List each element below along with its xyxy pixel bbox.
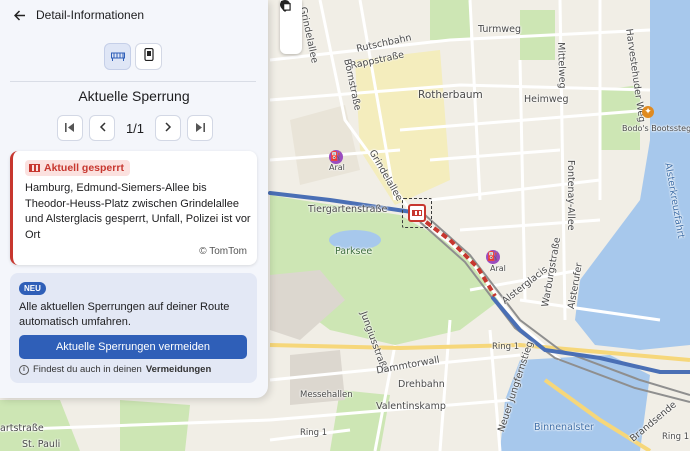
map-label-heimweg: Heimweg xyxy=(524,94,569,105)
phone-view-button[interactable] xyxy=(135,43,162,70)
skip-first-button[interactable] xyxy=(57,115,83,141)
map-label-ring1-bottom: Ring 1 xyxy=(300,428,328,438)
fuel-station-icon[interactable]: ⛽ xyxy=(486,250,500,264)
panel-title: Detail-Informationen xyxy=(36,8,145,22)
map-label-aral-top: Aral xyxy=(329,163,345,172)
map-label-ring1-mid: Ring 1 xyxy=(492,342,520,352)
new-badge: NEU xyxy=(19,282,46,295)
map-label-bodos: Bodo's Bootssteg xyxy=(622,124,690,133)
map-label-artstrasse: artstraße xyxy=(0,423,44,434)
map-label-fontenay: Fontenay-Allee xyxy=(565,160,576,231)
view-toggle xyxy=(104,43,162,70)
map-label-turmweg: Turmweg xyxy=(478,24,522,35)
detail-panel: Detail-Informationen Aktuelle Sperrung 1… xyxy=(0,0,268,398)
phone-icon xyxy=(143,47,154,66)
fuel-station-icon[interactable]: ⛽ xyxy=(329,150,343,164)
status-badge: Aktuell gesperrt xyxy=(25,160,130,176)
info-icon: i xyxy=(19,364,29,375)
map-label-tiergarten: Tiergartenstraße xyxy=(308,204,388,215)
map-label-binnenalster: Binnenalster xyxy=(534,422,594,433)
chevron-left-icon xyxy=(99,119,106,137)
incident-description: Hamburg, Edmund-Siemers-Allee bis Theodo… xyxy=(25,182,251,241)
incident-source: © TomTom xyxy=(199,246,247,257)
avoidances-link[interactable]: Vermeidungen xyxy=(146,364,211,375)
divider xyxy=(10,81,256,82)
promo-text: Alle aktuellen Sperrungen auf deiner Rou… xyxy=(19,301,230,328)
promo-hint: i Findest du auch in deinen Vermeidungen xyxy=(19,364,211,375)
map-controls xyxy=(280,0,302,54)
avoid-closures-button[interactable]: Aktuelle Sperrungen vermeiden xyxy=(19,335,247,359)
map-label-rotherbaum: Rotherbaum xyxy=(418,89,483,101)
road-closure-icon xyxy=(29,164,40,172)
road-closure-icon xyxy=(110,48,125,66)
page-count: 1/1 xyxy=(125,120,145,136)
location-pin-icon[interactable] xyxy=(280,0,302,36)
map-label-parksee: Parksee xyxy=(335,246,373,257)
map-label-ring1-right: Ring 1 xyxy=(662,432,690,442)
chevron-right-icon xyxy=(164,119,172,137)
map-label-mittelweg: Mittelweg xyxy=(555,42,568,89)
panel-header: Detail-Informationen xyxy=(0,0,268,30)
map-label-valentinskamp: Valentinskamp xyxy=(376,401,446,412)
incident-card: Aktuell gesperrt Hamburg, Edmund-Siemers… xyxy=(10,151,257,265)
avoid-closures-card: NEU Alle aktuellen Sperrungen auf deiner… xyxy=(10,273,257,383)
map-label-aral-bottom: Aral xyxy=(490,264,506,273)
map-label-drehbahn: Drehbahn xyxy=(398,379,445,390)
road-closure-marker-icon[interactable] xyxy=(408,204,426,222)
section-title: Aktuelle Sperrung xyxy=(78,88,190,104)
incident-pager: 1/1 xyxy=(57,115,213,141)
copy-icon[interactable] xyxy=(280,0,302,54)
skip-first-icon xyxy=(65,119,75,137)
arrow-left-icon[interactable] xyxy=(10,5,30,25)
map-label-st-pauli: St. Pauli xyxy=(22,439,61,450)
skip-last-button[interactable] xyxy=(187,115,213,141)
previous-button[interactable] xyxy=(89,115,115,141)
road-closure-view-button[interactable] xyxy=(104,43,131,70)
status-badge-label: Aktuell gesperrt xyxy=(44,162,124,174)
map-label-messehallen: Messehallen xyxy=(300,390,353,400)
restaurant-icon[interactable]: ✦ xyxy=(642,106,654,118)
next-button[interactable] xyxy=(155,115,181,141)
promo-hint-text: Findest du auch in deinen xyxy=(33,364,142,375)
skip-last-icon xyxy=(195,119,205,137)
